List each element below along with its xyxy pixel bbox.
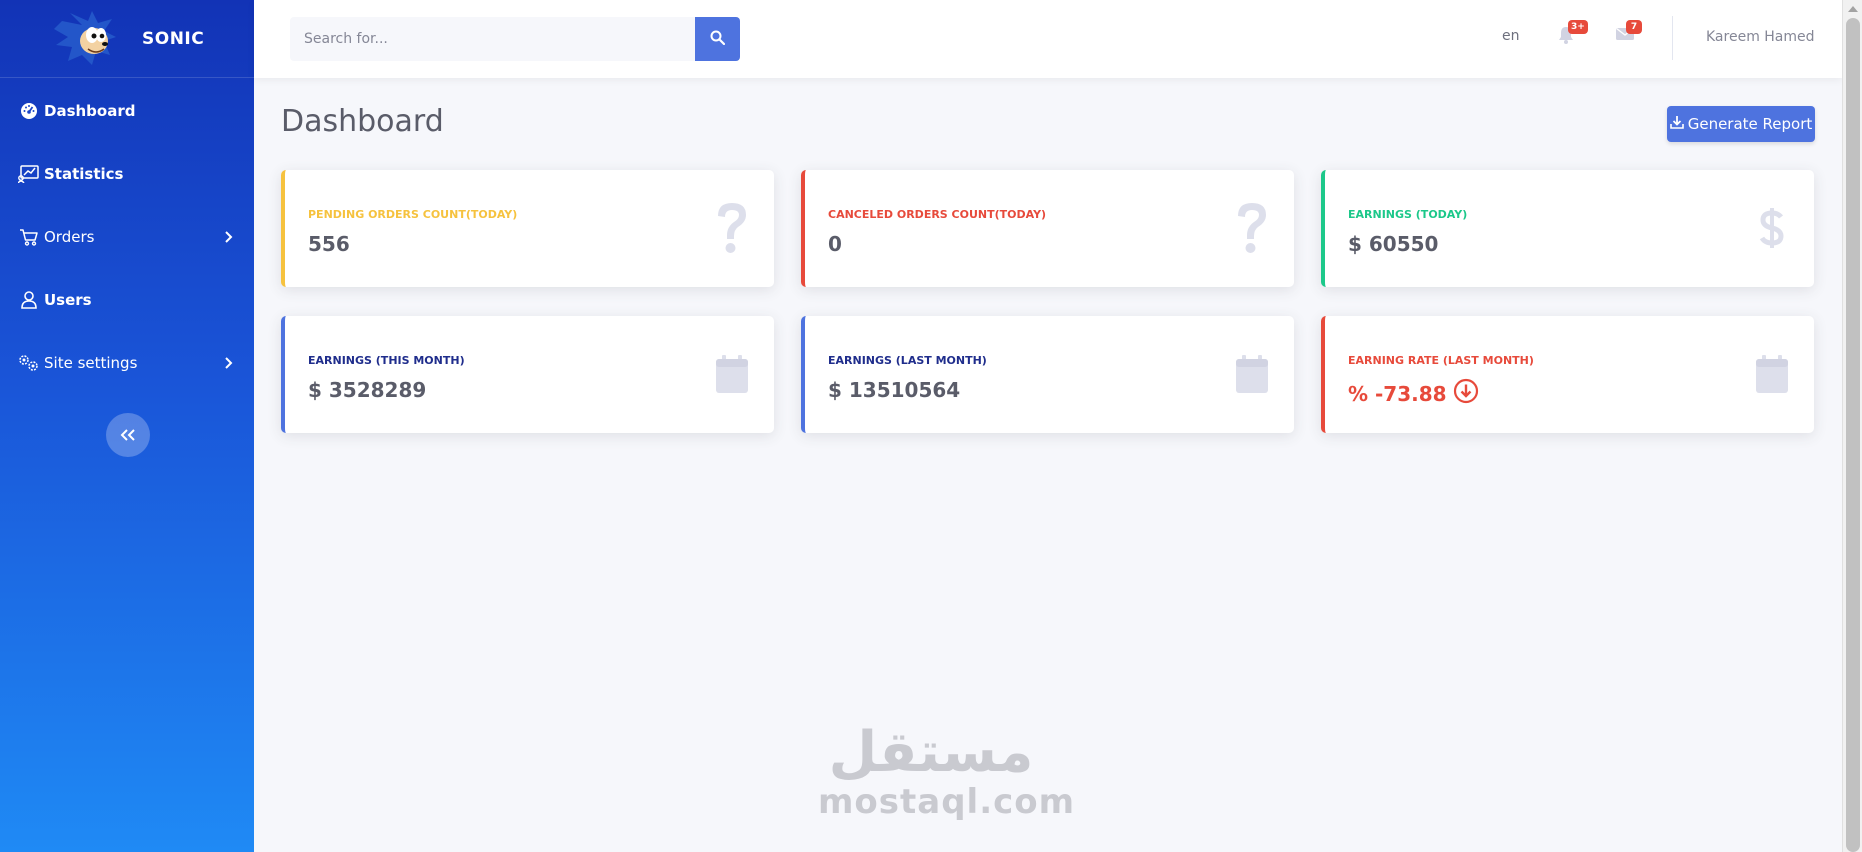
gauge-icon — [18, 100, 40, 122]
card-earnings-last-month: EARNINGS (LAST MONTH) $ 13510564 — [801, 316, 1294, 433]
search-icon — [710, 30, 726, 49]
card-value: $ 13510564 — [828, 378, 961, 402]
download-icon — [1669, 115, 1684, 133]
card-earnings-today: EARNINGS (TODAY) $ 60550 — [1321, 170, 1814, 287]
search-bar — [290, 17, 740, 61]
question-icon — [710, 200, 754, 256]
topbar: en 3+ 7 Kareem Hamed — [254, 0, 1842, 78]
card-value: % -73.88 — [1348, 381, 1447, 406]
sidebar-item-label: Site settings — [44, 354, 138, 372]
cart-icon — [18, 226, 40, 248]
sidebar-item-orders[interactable]: Orders — [18, 217, 236, 257]
user-icon — [18, 289, 40, 311]
scrollbar-thumb[interactable] — [1846, 18, 1860, 852]
dollar-icon — [1750, 200, 1794, 256]
double-chevron-left-icon — [120, 426, 136, 445]
sidebar-item-label: Orders — [44, 228, 95, 246]
card-label: EARNINGS (LAST MONTH) — [828, 354, 987, 367]
sidebar-item-label: Users — [44, 291, 92, 309]
search-input[interactable] — [290, 17, 695, 61]
sidebar: SONIC Dashboard Statistics Orders Users … — [0, 0, 254, 852]
card-value: 0 — [828, 232, 842, 256]
search-button[interactable] — [695, 17, 740, 61]
generate-report-button[interactable]: Generate Report — [1667, 106, 1815, 142]
sidebar-item-label: Dashboard — [44, 102, 136, 120]
scroll-up-arrow-icon[interactable] — [1848, 6, 1858, 12]
topbar-divider — [1672, 16, 1673, 60]
page-scrollbar[interactable] — [1842, 0, 1862, 852]
page-title: Dashboard — [281, 104, 444, 139]
messages-badge: 7 — [1626, 20, 1642, 34]
sidebar-item-site-settings[interactable]: Site settings — [18, 343, 236, 383]
card-pending-orders: PENDING ORDERS COUNT(TODAY) 556 — [281, 170, 774, 287]
brand[interactable]: SONIC — [0, 0, 254, 78]
calendar-icon — [1230, 346, 1274, 402]
card-canceled-orders: CANCELED ORDERS COUNT(TODAY) 0 — [801, 170, 1294, 287]
card-label: CANCELED ORDERS COUNT(TODAY) — [828, 208, 1047, 221]
sidebar-item-statistics[interactable]: Statistics — [18, 154, 236, 194]
watermark-arabic: مستقل — [828, 720, 1034, 785]
language-selector[interactable]: en — [1502, 28, 1520, 44]
card-value-row: % -73.88 — [1348, 378, 1479, 409]
sidebar-item-label: Statistics — [44, 165, 124, 183]
notifications-button[interactable]: 3+ — [1558, 20, 1588, 48]
chevron-right-icon — [222, 230, 236, 244]
card-value: $ 60550 — [1348, 232, 1439, 256]
chevron-right-icon — [222, 356, 236, 370]
user-name[interactable]: Kareem Hamed — [1706, 29, 1815, 45]
card-label: EARNINGS (THIS MONTH) — [308, 354, 465, 367]
card-value: $ 3528289 — [308, 378, 427, 402]
messages-button[interactable]: 7 — [1616, 20, 1642, 48]
gears-icon — [18, 352, 40, 374]
sonic-logo-icon — [54, 10, 116, 65]
chart-icon — [18, 163, 40, 185]
card-earnings-this-month: EARNINGS (THIS MONTH) $ 3528289 — [281, 316, 774, 433]
card-label: EARNINGS (TODAY) — [1348, 208, 1468, 221]
watermark-latin: mostaql.com — [818, 782, 1076, 822]
watermark: مستقل mostaql.com — [818, 720, 1076, 822]
generate-report-label: Generate Report — [1687, 115, 1813, 133]
notifications-badge: 3+ — [1568, 20, 1588, 34]
sidebar-item-dashboard[interactable]: Dashboard — [18, 91, 236, 131]
question-icon — [1230, 200, 1274, 256]
arrow-circle-down-icon — [1453, 378, 1479, 409]
sidebar-item-users[interactable]: Users — [18, 280, 236, 320]
calendar-icon — [710, 346, 754, 402]
sidebar-collapse-button[interactable] — [106, 413, 150, 457]
card-label: PENDING ORDERS COUNT(TODAY) — [308, 208, 518, 221]
card-value: 556 — [308, 232, 350, 256]
brand-name: SONIC — [142, 28, 205, 49]
calendar-icon — [1750, 346, 1794, 402]
card-label: EARNING RATE (LAST MONTH) — [1348, 354, 1534, 367]
card-earning-rate: EARNING RATE (LAST MONTH) % -73.88 — [1321, 316, 1814, 433]
